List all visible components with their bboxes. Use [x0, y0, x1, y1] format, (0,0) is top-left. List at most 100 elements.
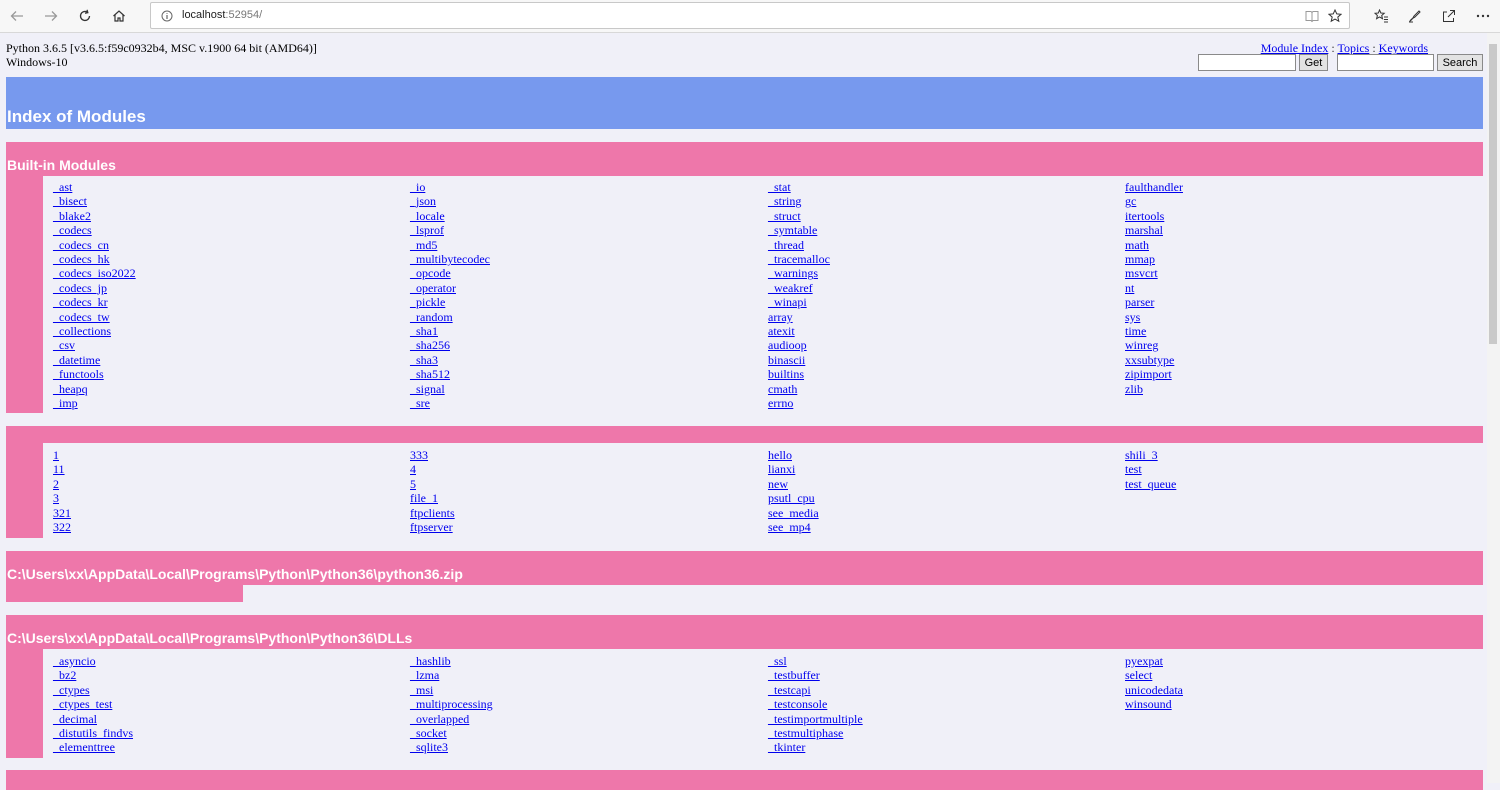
- module-link[interactable]: msvcrt: [1125, 266, 1183, 280]
- get-input[interactable]: [1198, 54, 1296, 71]
- module-link[interactable]: _operator: [410, 281, 490, 295]
- module-link[interactable]: _testmultiphase: [768, 726, 863, 740]
- module-link[interactable]: _overlapped: [410, 712, 493, 726]
- topics-link[interactable]: Topics: [1338, 41, 1370, 55]
- module-link[interactable]: _pickle: [410, 295, 490, 309]
- module-link[interactable]: 321: [53, 506, 71, 520]
- module-link[interactable]: array: [768, 310, 830, 324]
- module-link[interactable]: _codecs_tw: [53, 310, 136, 324]
- module-link[interactable]: ftpserver: [410, 520, 455, 534]
- back-icon[interactable]: [4, 4, 30, 28]
- module-index-link[interactable]: Module Index: [1261, 41, 1329, 55]
- module-link[interactable]: gc: [1125, 194, 1183, 208]
- module-link[interactable]: time: [1125, 324, 1183, 338]
- module-link[interactable]: _datetime: [53, 353, 136, 367]
- module-link[interactable]: _codecs_kr: [53, 295, 136, 309]
- reading-view-icon[interactable]: [1305, 9, 1319, 28]
- module-link[interactable]: _distutils_findvs: [53, 726, 133, 740]
- module-link[interactable]: _weakref: [768, 281, 830, 295]
- pen-icon[interactable]: [1404, 5, 1426, 27]
- module-link[interactable]: file_1: [410, 491, 455, 505]
- forward-icon[interactable]: [38, 4, 64, 28]
- module-link[interactable]: marshal: [1125, 223, 1183, 237]
- module-link[interactable]: winreg: [1125, 338, 1183, 352]
- module-link[interactable]: _csv: [53, 338, 136, 352]
- search-button[interactable]: Search: [1437, 54, 1483, 71]
- module-link[interactable]: winsound: [1125, 697, 1183, 711]
- module-link[interactable]: _multiprocessing: [410, 697, 493, 711]
- module-link[interactable]: builtins: [768, 367, 830, 381]
- module-link[interactable]: _sha512: [410, 367, 490, 381]
- module-link[interactable]: 3: [53, 491, 71, 505]
- module-link[interactable]: _codecs: [53, 223, 136, 237]
- module-link[interactable]: _decimal: [53, 712, 133, 726]
- module-link[interactable]: _sre: [410, 396, 490, 410]
- module-link[interactable]: shili_3: [1125, 448, 1176, 462]
- module-link[interactable]: _bisect: [53, 194, 136, 208]
- module-link[interactable]: _lzma: [410, 668, 493, 682]
- module-link[interactable]: binascii: [768, 353, 830, 367]
- module-link[interactable]: xxsubtype: [1125, 353, 1183, 367]
- module-link[interactable]: _asyncio: [53, 654, 133, 668]
- module-link[interactable]: _stat: [768, 180, 830, 194]
- favorite-star-icon[interactable]: [1327, 8, 1343, 28]
- module-link[interactable]: _sqlite3: [410, 740, 493, 754]
- module-link[interactable]: 11: [53, 462, 71, 476]
- module-link[interactable]: _functools: [53, 367, 136, 381]
- module-link[interactable]: _ssl: [768, 654, 863, 668]
- module-link[interactable]: unicodedata: [1125, 683, 1183, 697]
- module-link[interactable]: _testbuffer: [768, 668, 863, 682]
- module-link[interactable]: _testcapi: [768, 683, 863, 697]
- module-link[interactable]: _msi: [410, 683, 493, 697]
- address-bar[interactable]: localhost:52954/: [150, 2, 1350, 29]
- share-icon[interactable]: [1438, 5, 1460, 27]
- module-link[interactable]: _codecs_hk: [53, 252, 136, 266]
- scrollbar-thumb[interactable]: [1489, 44, 1497, 344]
- vertical-scrollbar[interactable]: [1487, 33, 1500, 783]
- module-link[interactable]: lianxi: [768, 462, 819, 476]
- module-link[interactable]: _io: [410, 180, 490, 194]
- module-link[interactable]: _testimportmultiple: [768, 712, 863, 726]
- module-link[interactable]: _sha3: [410, 353, 490, 367]
- home-icon[interactable]: [106, 4, 132, 28]
- module-link[interactable]: _md5: [410, 238, 490, 252]
- module-link[interactable]: _codecs_jp: [53, 281, 136, 295]
- module-link[interactable]: _warnings: [768, 266, 830, 280]
- module-link[interactable]: ftpclients: [410, 506, 455, 520]
- module-link[interactable]: _json: [410, 194, 490, 208]
- module-link[interactable]: _collections: [53, 324, 136, 338]
- module-link[interactable]: hello: [768, 448, 819, 462]
- module-link[interactable]: _random: [410, 310, 490, 324]
- module-link[interactable]: _multibytecodec: [410, 252, 490, 266]
- module-link[interactable]: _locale: [410, 209, 490, 223]
- module-link[interactable]: _lsprof: [410, 223, 490, 237]
- module-link[interactable]: itertools: [1125, 209, 1183, 223]
- module-link[interactable]: atexit: [768, 324, 830, 338]
- module-link[interactable]: _hashlib: [410, 654, 493, 668]
- favorites-hub-icon[interactable]: [1370, 5, 1392, 27]
- module-link[interactable]: _string: [768, 194, 830, 208]
- module-link[interactable]: _opcode: [410, 266, 490, 280]
- module-link[interactable]: psutl_cpu: [768, 491, 819, 505]
- module-link[interactable]: 1: [53, 448, 71, 462]
- module-link[interactable]: _bz2: [53, 668, 133, 682]
- module-link[interactable]: zipimport: [1125, 367, 1183, 381]
- module-link[interactable]: audioop: [768, 338, 830, 352]
- module-link[interactable]: math: [1125, 238, 1183, 252]
- module-link[interactable]: mmap: [1125, 252, 1183, 266]
- module-link[interactable]: _sha1: [410, 324, 490, 338]
- module-link[interactable]: _testconsole: [768, 697, 863, 711]
- module-link[interactable]: _ast: [53, 180, 136, 194]
- module-link[interactable]: _socket: [410, 726, 493, 740]
- module-link[interactable]: see_mp4: [768, 520, 819, 534]
- module-link[interactable]: parser: [1125, 295, 1183, 309]
- module-link[interactable]: _blake2: [53, 209, 136, 223]
- module-link[interactable]: _thread: [768, 238, 830, 252]
- module-link[interactable]: errno: [768, 396, 830, 410]
- module-link[interactable]: _tracemalloc: [768, 252, 830, 266]
- module-link[interactable]: _tkinter: [768, 740, 863, 754]
- module-link[interactable]: cmath: [768, 382, 830, 396]
- module-link[interactable]: _symtable: [768, 223, 830, 237]
- module-link[interactable]: 5: [410, 477, 455, 491]
- module-link[interactable]: 4: [410, 462, 455, 476]
